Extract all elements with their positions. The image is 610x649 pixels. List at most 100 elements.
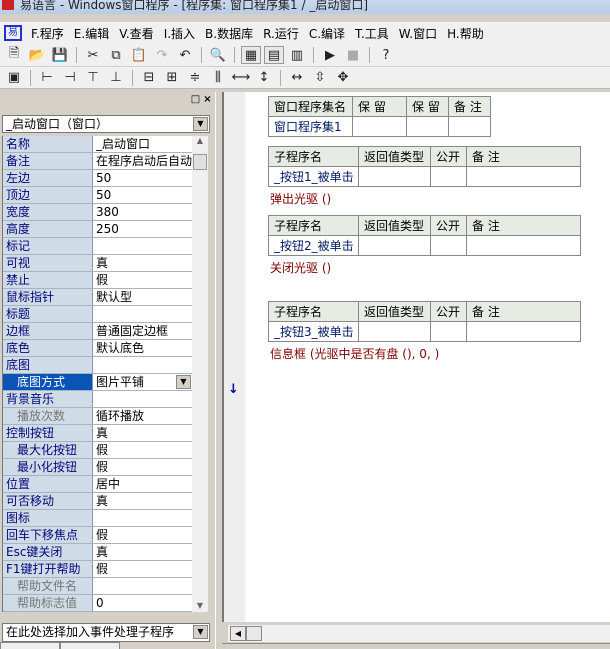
property-value[interactable]: _启动窗口	[93, 136, 192, 152]
tab-support-library[interactable]	[0, 642, 60, 649]
property-value[interactable]: 假	[93, 442, 192, 458]
property-value[interactable]	[93, 306, 192, 322]
property-row[interactable]: 播放次数 循环播放	[3, 408, 192, 425]
horizontal-scrollbar[interactable]: ◀	[228, 625, 610, 642]
property-row[interactable]: 帮助标志值 0	[3, 595, 192, 612]
property-row[interactable]: 可视真	[3, 255, 192, 272]
property-row[interactable]: 底色 默认底色	[3, 340, 192, 357]
property-row[interactable]: Esc键关闭真	[3, 544, 192, 561]
property-row[interactable]: 顶边 50	[3, 187, 192, 204]
property-value[interactable]: 假	[93, 527, 192, 543]
property-value[interactable]: 假	[93, 459, 192, 475]
property-value[interactable]: 默认型	[93, 289, 192, 305]
paste-icon[interactable]: 📋	[129, 46, 149, 64]
property-row[interactable]: 左边 50	[3, 170, 192, 187]
property-value[interactable]: 假	[93, 561, 192, 577]
cell[interactable]	[466, 166, 581, 187]
property-row[interactable]: 高度 250	[3, 221, 192, 238]
subroutine-name-cell[interactable]: _按钮2_被单击	[268, 235, 359, 256]
property-row[interactable]: 鼠标指针 默认型	[3, 289, 192, 306]
property-row[interactable]: 回车下移焦点假	[3, 527, 192, 544]
cut-icon[interactable]: ✂	[83, 46, 103, 64]
cell[interactable]	[358, 166, 431, 187]
property-value[interactable]: 默认底色	[93, 340, 192, 356]
menu-item[interactable]: W.窗口	[394, 25, 442, 42]
find-icon[interactable]: 🔍	[208, 46, 228, 64]
property-row[interactable]: F1键打开帮助假	[3, 561, 192, 578]
layout-2-icon[interactable]: ▤	[264, 46, 284, 64]
property-row[interactable]: 最小化按钮假	[3, 459, 192, 476]
scroll-thumb[interactable]	[193, 154, 207, 170]
property-row[interactable]: 标记	[3, 238, 192, 255]
maximize-panel-icon[interactable]: □	[190, 95, 201, 106]
subroutine-name-cell[interactable]: _按钮1_被单击	[268, 166, 359, 187]
tab-program[interactable]	[60, 642, 120, 649]
align-left-icon[interactable]: ⊢	[37, 69, 57, 87]
height-icon[interactable]: ⇳	[310, 69, 330, 87]
property-value[interactable]: 居中	[93, 476, 192, 492]
cell[interactable]	[352, 116, 407, 137]
cell[interactable]	[430, 235, 467, 256]
splitter[interactable]	[215, 92, 222, 649]
menu-item[interactable]: C.编译	[304, 25, 350, 42]
property-value[interactable]: 真	[93, 425, 192, 441]
space-v-icon[interactable]: ≑	[185, 69, 205, 87]
code-line[interactable]: 弹出光驱 ()	[270, 190, 331, 207]
property-row[interactable]: 名称 _启动窗口	[3, 136, 192, 153]
property-row[interactable]: 备注 在程序启动后自动	[3, 153, 192, 170]
assembly-name-cell[interactable]: 窗口程序集1	[268, 116, 353, 137]
close-panel-icon[interactable]: ×	[202, 95, 213, 106]
size-icon[interactable]: ✥	[333, 69, 353, 87]
property-row[interactable]: 宽度 380	[3, 204, 192, 221]
property-value[interactable]: 250	[93, 221, 192, 237]
event-handler-select[interactable]: 在此处选择加入事件处理子程序 ▼	[2, 623, 210, 642]
cell[interactable]	[466, 321, 581, 342]
property-scrollbar[interactable]: ▲ ▼	[192, 136, 208, 612]
run-icon[interactable]: ▶	[320, 46, 340, 64]
property-row[interactable]: 帮助文件名	[3, 578, 192, 595]
object-select[interactable]: _启动窗口（窗口） ▼	[2, 115, 210, 133]
property-value[interactable]	[93, 238, 192, 254]
property-row[interactable]: 禁止假	[3, 272, 192, 289]
cell[interactable]	[466, 235, 581, 256]
code-line[interactable]: 关闭光驱 ()	[270, 259, 331, 276]
cell[interactable]	[430, 166, 467, 187]
property-value[interactable]	[93, 578, 192, 594]
menu-item[interactable]: B.数据库	[200, 25, 258, 42]
same-height-icon[interactable]: ↕	[254, 69, 274, 87]
layout-1-icon[interactable]: ▦	[241, 46, 261, 64]
property-value[interactable]: 真	[93, 493, 192, 509]
property-row[interactable]: 图标	[3, 510, 192, 527]
width-icon[interactable]: ↔	[287, 69, 307, 87]
open-folder-icon[interactable]: 📂	[27, 46, 47, 64]
property-row[interactable]: 最大化按钮假	[3, 442, 192, 459]
chevron-down-icon[interactable]: ▼	[193, 117, 208, 131]
property-value[interactable]: 50	[93, 170, 192, 186]
undo-icon[interactable]: ↶	[175, 46, 195, 64]
same-width-icon[interactable]: ⟷	[231, 69, 251, 87]
property-value[interactable]: 380	[93, 204, 192, 220]
menu-item[interactable]: T.工具	[350, 25, 394, 42]
property-row[interactable]: 底图	[3, 357, 192, 374]
cell[interactable]	[448, 116, 491, 137]
property-row[interactable]: 边框 普通固定边框	[3, 323, 192, 340]
property-value[interactable]: 真	[93, 544, 192, 560]
help-search-icon[interactable]: ?	[376, 46, 396, 64]
property-value[interactable]: 0	[93, 595, 192, 611]
align-right-icon[interactable]: ⊣	[60, 69, 80, 87]
property-row[interactable]: 位置 居中	[3, 476, 192, 493]
layout-3-icon[interactable]: ▥	[287, 46, 307, 64]
property-row[interactable]: 控制按钮真	[3, 425, 192, 442]
menu-item[interactable]: E.编辑	[69, 25, 114, 42]
code-line[interactable]: 信息框 (光驱中是否有盘 (), 0, )	[270, 345, 439, 362]
cell[interactable]	[430, 321, 467, 342]
property-value[interactable]: 在程序启动后自动	[93, 153, 192, 169]
align-grid-icon[interactable]: ▣	[4, 69, 24, 87]
copy-icon[interactable]: ⧉	[106, 46, 126, 64]
space-h-icon[interactable]: ⫼	[208, 69, 228, 87]
property-value[interactable]	[93, 391, 192, 407]
cell[interactable]	[358, 235, 431, 256]
menu-item[interactable]: V.查看	[114, 25, 158, 42]
menu-item[interactable]: F.程序	[26, 25, 69, 42]
chevron-down-icon[interactable]: ▼	[176, 375, 191, 389]
